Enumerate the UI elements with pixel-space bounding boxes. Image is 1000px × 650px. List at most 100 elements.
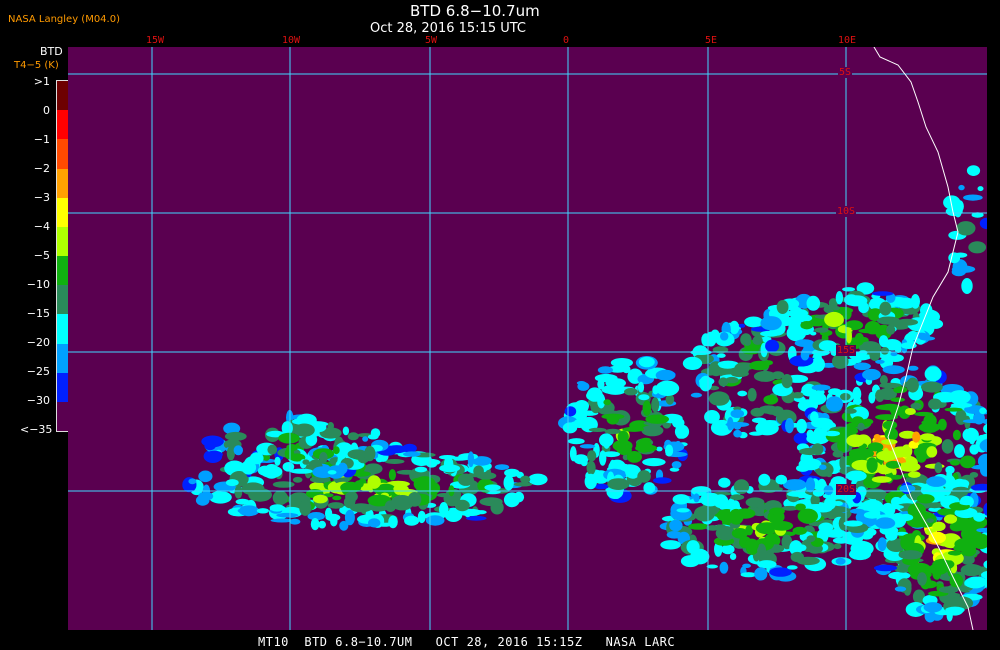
cloud-patch bbox=[602, 451, 620, 458]
cloud-patch bbox=[906, 377, 919, 393]
cloud-patch bbox=[790, 313, 813, 323]
lat-label-15s: 15S bbox=[836, 345, 857, 356]
cloud-patch bbox=[345, 491, 358, 502]
cloud-patch bbox=[744, 316, 764, 328]
cloud-patch bbox=[912, 431, 921, 443]
cloud-patch bbox=[787, 491, 807, 497]
cloud-patch bbox=[708, 391, 730, 406]
cloud-patch bbox=[932, 558, 955, 570]
cloud-patch bbox=[811, 384, 831, 391]
cloud-patch bbox=[342, 426, 350, 436]
cloud-patch bbox=[805, 477, 816, 493]
cloud-patch bbox=[845, 295, 868, 307]
cloud-patch bbox=[290, 468, 313, 474]
cloud-patch bbox=[744, 538, 759, 552]
cloud-patch bbox=[651, 397, 660, 413]
cloud-patch bbox=[729, 553, 737, 560]
cloud-patch bbox=[494, 464, 510, 470]
cloud-patch bbox=[869, 348, 881, 362]
cloud-patch bbox=[873, 564, 898, 572]
cloud-patch bbox=[857, 422, 865, 431]
cloud-patch bbox=[740, 572, 757, 578]
cloud-patch bbox=[439, 464, 461, 473]
legend-tick-label: −3 bbox=[33, 191, 50, 204]
lat-label-5s: 5S bbox=[838, 67, 853, 78]
cloud-patch bbox=[797, 508, 818, 524]
cloud-patch bbox=[796, 464, 810, 472]
cloud-patch bbox=[733, 429, 742, 438]
cloud-patch bbox=[969, 434, 976, 445]
cloud-patch bbox=[586, 387, 603, 402]
cloud-patch bbox=[862, 368, 881, 381]
cloud-patch bbox=[587, 450, 597, 462]
cloud-patch bbox=[368, 518, 381, 528]
cloud-patch bbox=[337, 462, 348, 474]
cloud-patch bbox=[923, 602, 943, 613]
cloud-patch bbox=[413, 476, 436, 492]
cloud-patch bbox=[853, 362, 871, 371]
cloud-patch bbox=[895, 297, 917, 309]
cloud-patch bbox=[886, 325, 896, 335]
cloud-patch bbox=[938, 586, 959, 594]
cloud-patch bbox=[688, 523, 709, 530]
cloud-patch bbox=[332, 495, 342, 501]
legend-title: BTD bbox=[40, 45, 63, 58]
cloud-patch bbox=[763, 360, 773, 366]
cloud-patch bbox=[267, 444, 278, 455]
lon-label-15w: 15W bbox=[146, 35, 165, 46]
cloud-patch bbox=[638, 394, 650, 401]
cloud-patch bbox=[676, 508, 690, 513]
cloud-patch bbox=[584, 473, 597, 490]
cloud-patch bbox=[272, 490, 288, 506]
cloud-patch bbox=[669, 519, 683, 532]
cloud-patch bbox=[894, 586, 907, 592]
cloud-patch bbox=[814, 327, 829, 333]
cloud-patch bbox=[414, 466, 428, 473]
cloud-patch bbox=[932, 521, 946, 532]
cloud-patch bbox=[734, 508, 756, 519]
cloud-patch bbox=[730, 370, 749, 378]
cloud-patch bbox=[825, 396, 844, 412]
cloud-patch bbox=[952, 486, 970, 493]
cloud-patch bbox=[858, 350, 868, 356]
cloud-patch bbox=[743, 339, 752, 346]
lon-label-10e: 10E bbox=[838, 35, 857, 46]
cloud-patch bbox=[858, 328, 880, 334]
cloud-patch bbox=[914, 411, 934, 417]
cloud-patch bbox=[924, 366, 942, 382]
cloud-patch bbox=[715, 524, 727, 529]
cloud-patch bbox=[877, 537, 887, 552]
cloud-patch bbox=[457, 473, 474, 486]
cloud-patch bbox=[347, 449, 367, 460]
cloud-patch bbox=[806, 535, 816, 542]
cloud-patch bbox=[852, 386, 862, 402]
cloud-patch bbox=[671, 461, 682, 469]
cloud-patch bbox=[610, 358, 634, 368]
cloud-patch bbox=[917, 572, 927, 586]
cloud-patch bbox=[820, 430, 829, 436]
cloud-patch bbox=[350, 503, 373, 513]
cloud-patch bbox=[854, 332, 865, 346]
cloud-patch bbox=[963, 194, 983, 201]
lat-label-20s: 20S bbox=[836, 484, 857, 495]
cloud-patch bbox=[742, 563, 751, 568]
cloud-patch bbox=[923, 487, 938, 494]
cloud-patch bbox=[730, 409, 745, 419]
cloud-patch bbox=[791, 392, 804, 399]
cloud-patch bbox=[579, 444, 596, 449]
cloud-patch bbox=[979, 407, 987, 415]
cloud-patch bbox=[693, 505, 716, 522]
cloud-patch bbox=[720, 332, 729, 341]
cloud-patch bbox=[276, 512, 299, 518]
cloud-patch bbox=[225, 479, 239, 487]
cloud-patch bbox=[926, 476, 947, 487]
cloud-patch bbox=[642, 458, 666, 467]
lat-label-10s: 10S bbox=[836, 206, 857, 217]
cloud-patch bbox=[760, 316, 782, 331]
cloud-patch bbox=[642, 400, 652, 417]
cloud-patch bbox=[955, 409, 967, 425]
cloud-patch bbox=[875, 389, 885, 403]
cloud-patch bbox=[890, 397, 905, 403]
cloud-patch bbox=[760, 330, 780, 337]
cloud-patch bbox=[890, 352, 898, 357]
